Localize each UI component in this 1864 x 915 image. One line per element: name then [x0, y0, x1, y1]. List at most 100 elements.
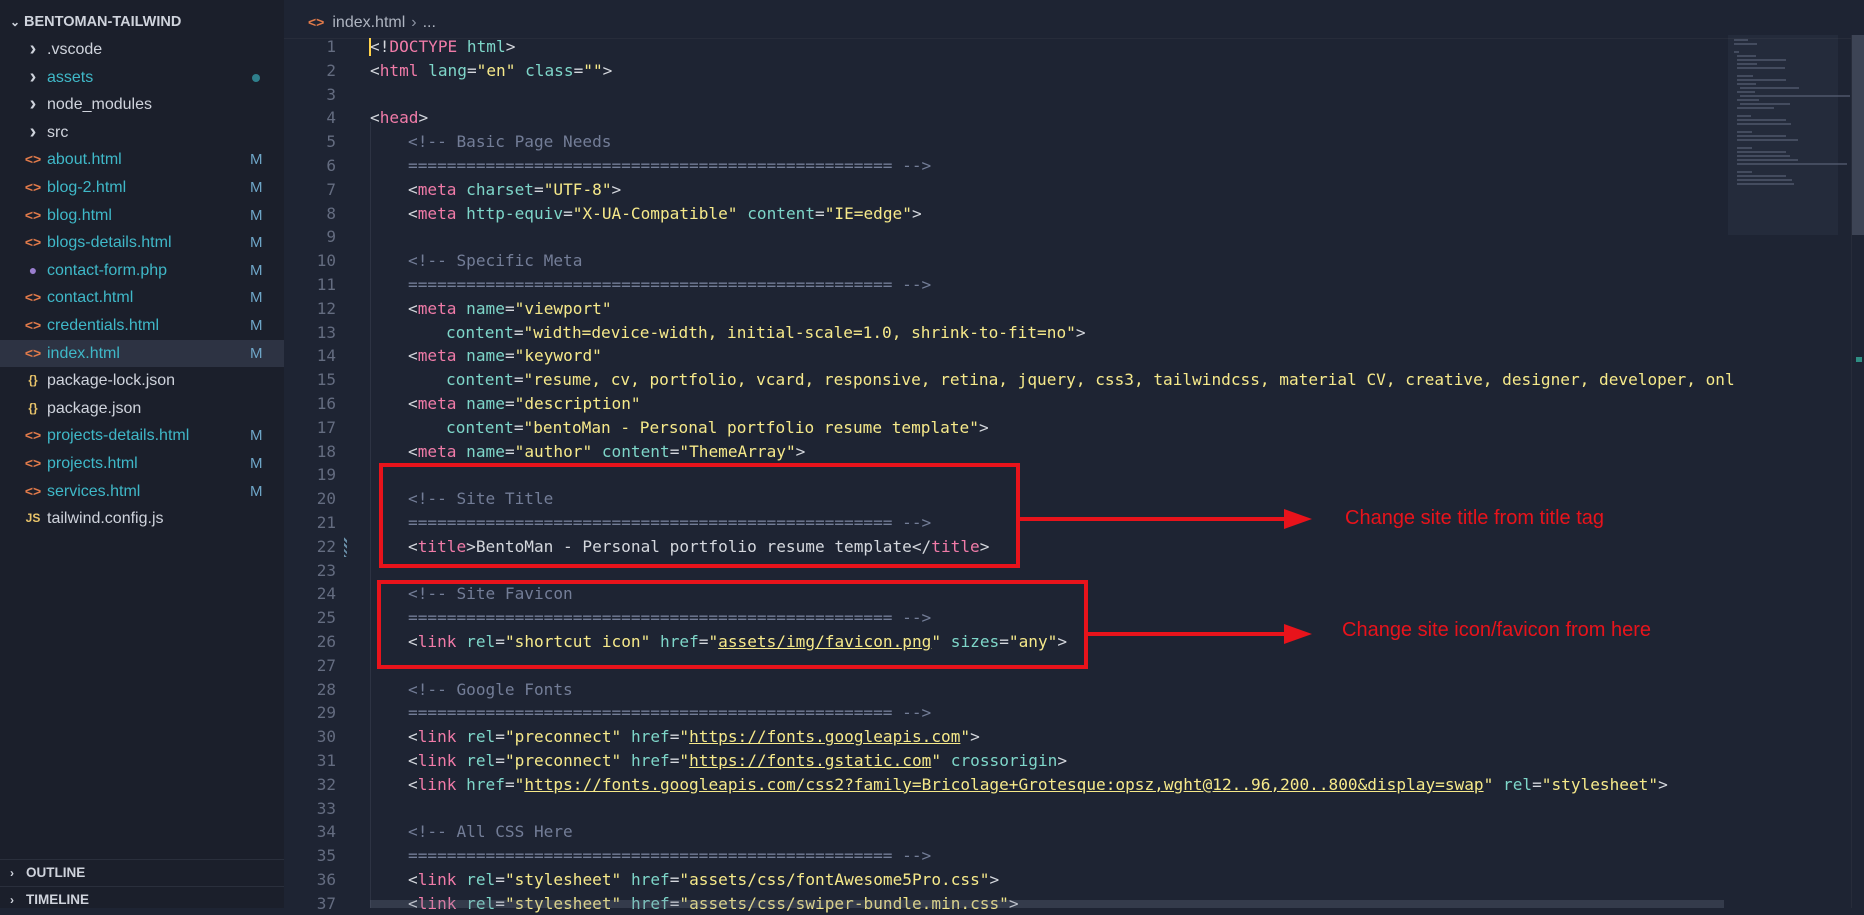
- code-attribute: http-equiv: [466, 203, 564, 223]
- line-number: 2: [326, 60, 336, 80]
- line-number: 13: [316, 322, 336, 342]
- breadcrumb-symbol[interactable]: ...: [423, 14, 436, 31]
- file-tree-item[interactable]: <> projects-details.html M: [0, 422, 284, 450]
- line-number: 6: [326, 155, 336, 175]
- code-line[interactable]: 31 <link rel="preconnect" href="https://f…: [284, 749, 1724, 773]
- minimap[interactable]: [1724, 35, 1864, 335]
- code-punctuation: <: [408, 750, 418, 770]
- code-punctuation: =: [504, 441, 515, 461]
- code-line[interactable]: 3: [284, 83, 1724, 107]
- file-tree-item[interactable]: {} package-lock.json: [0, 367, 284, 395]
- file-tree-item[interactable]: <> blogs-details.html M: [0, 229, 284, 257]
- code-punctuation: >: [911, 203, 922, 223]
- code-text: ========================================…: [408, 844, 931, 868]
- code-punctuation: <: [408, 393, 418, 413]
- code-editor[interactable]: <> index.html ›... 1 <!DOCTYPE html> 2 <html …: [284, 0, 1864, 913]
- code-line[interactable]: 30 <link rel="preconnect" href="https://f…: [284, 725, 1724, 749]
- code-text: <link rel="stylesheet" href="assets/css/…: [408, 868, 999, 892]
- code-line[interactable]: 32 <link href="https://fonts.googleapis.c…: [284, 773, 1724, 797]
- favicon-arrow-line: [1088, 632, 1306, 636]
- chevron-right-icon: ›: [29, 120, 37, 143]
- code-attribute: charset: [466, 179, 534, 199]
- code-line[interactable]: 2 <html lang="en" class="">: [284, 59, 1724, 83]
- code-string: "preconnect": [504, 727, 622, 747]
- code-line[interactable]: 33: [284, 797, 1724, 821]
- file-tree-item[interactable]: › .vscode: [0, 36, 284, 64]
- code-line[interactable]: 13 content="width=device-width, initial-s…: [284, 321, 1724, 345]
- code-line[interactable]: 34 <!-- All CSS Here: [284, 820, 1724, 844]
- code-url[interactable]: https://fonts.googleapis.com/css2?family…: [524, 775, 1483, 794]
- code-line[interactable]: 18 <meta name="author" content="ThemeArra…: [284, 440, 1724, 464]
- code-punctuation: [1493, 775, 1503, 794]
- code-string: "ThemeArray": [679, 441, 796, 461]
- file-tree-item[interactable]: <> credentials.html M: [0, 312, 284, 340]
- code-line[interactable]: 9: [284, 225, 1724, 249]
- line-number: 29: [316, 703, 336, 723]
- scrollbar-thumb[interactable]: [1852, 35, 1864, 235]
- file-tree-item[interactable]: › assets: [0, 64, 284, 92]
- code-line[interactable]: 36 <link rel="stylesheet" href="assets/cs…: [284, 868, 1724, 892]
- code-punctuation: [456, 442, 466, 461]
- code-url[interactable]: https://fonts.googleapis.com: [689, 727, 960, 746]
- outline-section[interactable]: › OUTLINE: [0, 859, 284, 886]
- code-line[interactable]: 1 <!DOCTYPE html>: [284, 35, 1724, 59]
- explorer-project-header[interactable]: ⌄ BENTOMAN-TAILWIND: [10, 11, 181, 33]
- line-number: 14: [316, 346, 336, 366]
- file-tree-item[interactable]: <> contact.html M: [0, 284, 284, 312]
- code-string: "author": [514, 441, 593, 461]
- code-line[interactable]: 35 ======================================…: [284, 844, 1724, 868]
- file-tree-item[interactable]: <> about.html M: [0, 146, 284, 174]
- html-file-icon: <>: [24, 316, 42, 333]
- file-tree-item[interactable]: › src: [0, 119, 284, 147]
- minimap-line: [1740, 87, 1800, 89]
- code-text: content="width=device-width, initial-sca…: [446, 321, 1086, 345]
- code-punctuation: [456, 727, 466, 746]
- file-name: contact-form.php: [47, 261, 168, 279]
- code-url[interactable]: https://fonts.gstatic.com: [689, 751, 931, 770]
- code-line[interactable]: 6 =======================================…: [284, 154, 1724, 178]
- code-string: "width=device-width, initial-scale=1.0, …: [523, 322, 1076, 342]
- favicon-highlight-box: [377, 580, 1088, 669]
- timeline-section[interactable]: › TIMELINE: [0, 886, 284, 908]
- file-tree-item[interactable]: › node_modules: [0, 91, 284, 119]
- code-attribute: html: [466, 37, 506, 56]
- code-text: <!-- All CSS Here: [408, 820, 573, 844]
- file-tree-item[interactable]: <> projects.html M: [0, 450, 284, 478]
- file-tree-item[interactable]: JS tailwind.config.js: [0, 505, 284, 533]
- breadcrumb-file[interactable]: index.html: [332, 14, 405, 31]
- code-line[interactable]: 11 ======================================…: [284, 273, 1724, 297]
- file-tree-item[interactable]: ● contact-form.php M: [0, 257, 284, 285]
- code-punctuation: >: [970, 727, 980, 747]
- minimap-line: [1737, 79, 1786, 81]
- line-number: 23: [316, 560, 336, 580]
- code-line[interactable]: 29 ======================================…: [284, 701, 1724, 725]
- code-line[interactable]: 7 <meta charset="UTF-8">: [284, 178, 1724, 202]
- file-tree-item[interactable]: {} package.json: [0, 395, 284, 423]
- modified-badge: M: [250, 454, 263, 472]
- code-line[interactable]: 16 <meta name="description": [284, 392, 1724, 416]
- file-tree-item[interactable]: <> blog.html M: [0, 202, 284, 230]
- file-tree-item[interactable]: <> services.html M: [0, 478, 284, 506]
- code-line[interactable]: 17 content="bentoMan - Personal portfolio…: [284, 416, 1724, 440]
- file-tree-item[interactable]: <> blog-2.html M: [0, 174, 284, 202]
- line-number: 27: [316, 655, 336, 675]
- line-number: 4: [326, 108, 336, 128]
- code-line[interactable]: 15 content="resume, cv, portfolio, vcard,…: [284, 368, 1735, 392]
- code-tag: meta: [417, 179, 457, 199]
- modified-badge: M: [250, 344, 263, 362]
- file-name: credentials.html: [47, 316, 160, 334]
- code-line[interactable]: 28 <!-- Google Fonts: [284, 678, 1724, 702]
- code-line[interactable]: 10 <!-- Specific Meta: [284, 249, 1724, 273]
- line-number: 21: [316, 512, 336, 532]
- code-line[interactable]: 8 <meta http-equiv="X-UA-Compatible" cont…: [284, 202, 1724, 226]
- horizontal-scrollbar[interactable]: [370, 900, 1724, 908]
- line-number: 35: [316, 846, 336, 866]
- line-number: 16: [316, 393, 336, 413]
- file-tree-item[interactable]: <> index.html M: [0, 339, 284, 368]
- code-line[interactable]: 5 <!-- Basic Page Needs: [284, 130, 1724, 154]
- code-line[interactable]: 4 <head>: [284, 106, 1724, 130]
- code-line[interactable]: 12 <meta name="viewport": [284, 297, 1724, 321]
- code-line[interactable]: 14 <meta name="keyword": [284, 344, 1724, 368]
- code-text: <meta name="description": [408, 392, 641, 416]
- gutter-change-marker: [344, 536, 347, 557]
